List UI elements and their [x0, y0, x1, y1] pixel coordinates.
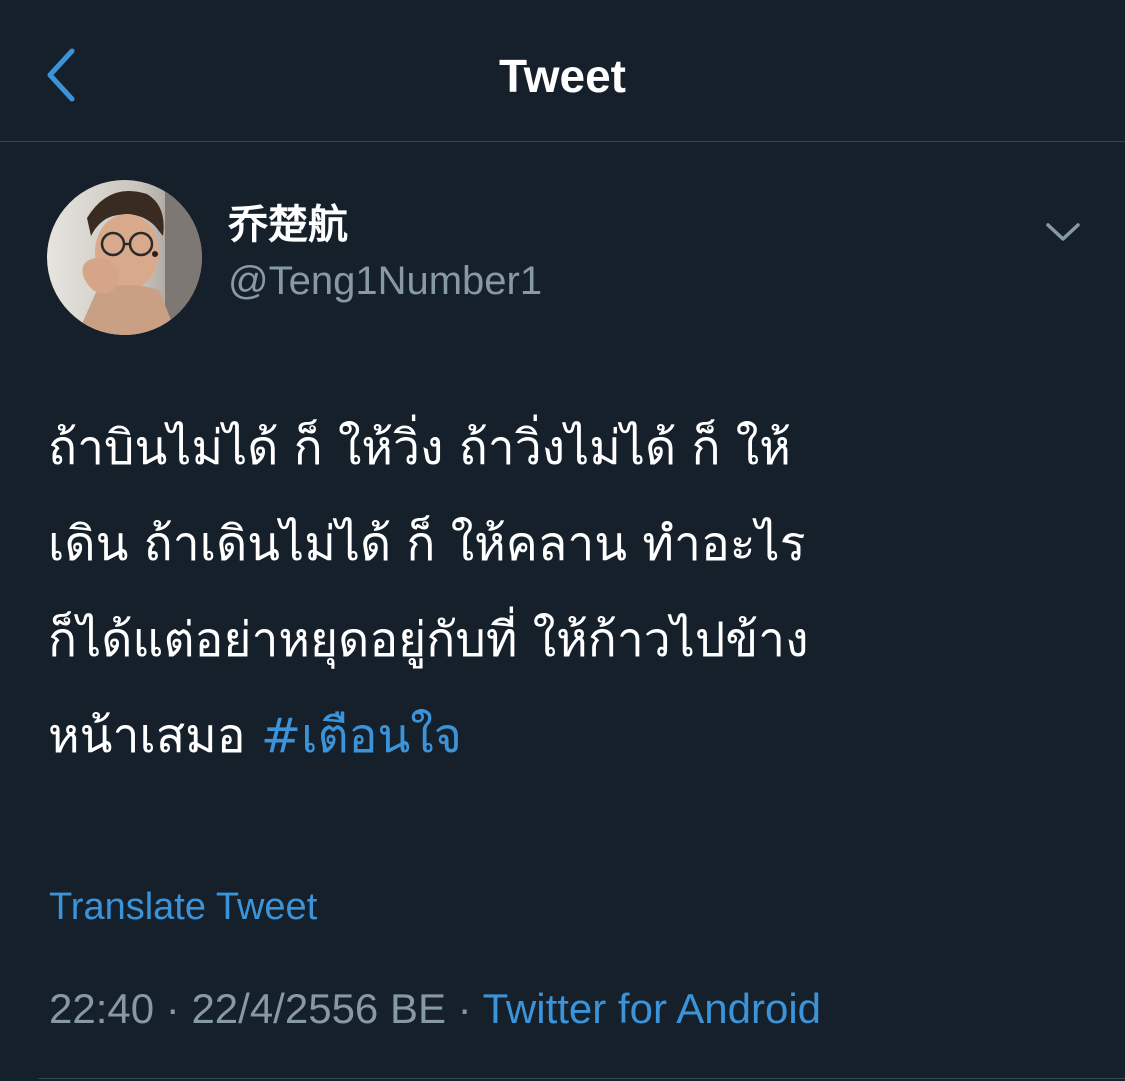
tweet-line: หน้าเสมอ #เตือนใจ [48, 688, 1088, 784]
tweet-line: ถ้าบินไม่ได้ ก็ ให้วิ่ง ถ้าวิ่งไม่ได้ ก็… [48, 420, 791, 476]
top-bar: Tweet [0, 0, 1125, 142]
meta-separator: · [445, 985, 483, 1032]
tweet-meta: 22:40 · 22/4/2556 BE · Twitter for Andro… [49, 984, 821, 1034]
tweet-line: เดิน ถ้าเดินไม่ได้ ก็ ให้คลาน ทำอะไร [48, 516, 806, 572]
more-options-button[interactable] [1036, 210, 1090, 254]
tweet-source-link[interactable]: Twitter for Android [483, 985, 821, 1032]
page-title: Tweet [499, 50, 626, 102]
avatar[interactable] [47, 180, 202, 335]
chevron-down-icon [1046, 223, 1080, 241]
tweet-time: 22:40 [49, 985, 155, 1032]
tweet-text: ถ้าบินไม่ได้ ก็ ให้วิ่ง ถ้าวิ่งไม่ได้ ก็… [48, 400, 1088, 784]
hashtag-link[interactable]: #เตือนใจ [261, 708, 462, 764]
divider [38, 1078, 1125, 1079]
username[interactable]: @Teng1Number1 [228, 256, 542, 306]
tweet-line: ก็ได้แต่อย่าหยุดอยู่กับที่ ให้ก้าวไปข้าง [48, 612, 809, 668]
display-name[interactable]: 乔楚航 [228, 200, 348, 250]
tweet-date: 22/4/2556 BE [191, 985, 446, 1032]
meta-separator: · [154, 985, 192, 1032]
translate-tweet-link[interactable]: Translate Tweet [49, 884, 317, 930]
tweet-line-text: หน้าเสมอ [48, 708, 261, 764]
